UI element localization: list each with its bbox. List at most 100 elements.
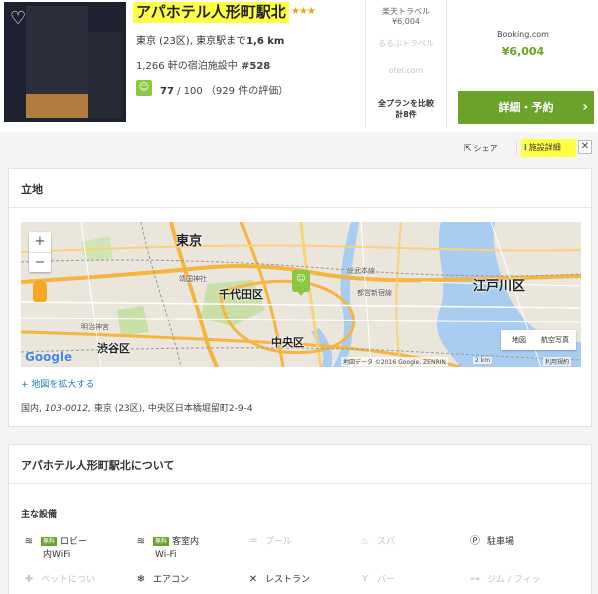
facility-restaurant: ✕ レストラン (245, 573, 310, 587)
star-rating: ★★★ (291, 6, 316, 17)
gym-icon: ⊶ (470, 574, 480, 585)
best-deal-provider[interactable]: Booking.com (448, 30, 598, 39)
view-deal-label: 詳細・予約 (498, 101, 554, 114)
map-type-control: 地図 航空写真 (501, 330, 576, 350)
pet-icon: ✚ (24, 574, 34, 585)
wifi-icon: ≋ (136, 536, 146, 547)
facility-lobby-wifi: ≋ 無料 ロビー 内WiFi (21, 535, 87, 562)
about-panel: アパホテル人形町駅北について 主な設備 ≋ 無料 ロビー 内WiFi ≋ 無料 客室内 … (8, 444, 592, 594)
deal-provider-rurubu[interactable]: るるぶトラベル (366, 38, 446, 49)
map-label-edogawa: 江戸川区 (473, 279, 526, 294)
best-deal-price[interactable]: ¥6,004 (448, 45, 598, 58)
restaurant-icon: ✕ (248, 574, 258, 585)
address-postal: 103-0012, (44, 404, 91, 414)
location-title: 立地 (21, 183, 43, 196)
facility-pets: ✚ ペットについ (21, 573, 95, 587)
facility-parking: Ⓟ 駐車場 (467, 535, 514, 549)
facility-spa: ♨ スパ (357, 535, 396, 549)
location-map[interactable]: + − 東京 千代田区 中央区 渋谷区 江戸川区 総武本線 都営新宿線 明治神宮… (21, 222, 581, 367)
deal-provider-hotelcom[interactable]: otel.com (366, 66, 446, 75)
hotel-page: ♡ アパホテル人形町駅北 ★★★ 東京 (23区), 東京駅まで1,6 km 1… (0, 0, 598, 594)
share-icon: ⇱ (464, 144, 472, 154)
facility-label: ロビー (60, 537, 88, 547)
hotel-name[interactable]: アパホテル人形町駅北 (133, 2, 289, 23)
facility-aircon: ❄ エアコン (133, 573, 189, 587)
facility-label: バー (377, 575, 396, 585)
map-attribution: 地図データ ©2016 Google, ZENRIN (341, 357, 448, 366)
action-bar: ⇱ シェア i 施設詳細 ✕ (0, 137, 598, 161)
facility-label: プール (265, 537, 293, 547)
map-type-satellite[interactable]: 航空写真 (537, 330, 573, 350)
close-button[interactable]: ✕ (578, 140, 592, 154)
google-logo: Google (25, 350, 73, 364)
about-title: アパホテル人形町駅北について (21, 459, 175, 472)
facility-label: 客室内 (172, 537, 200, 547)
map-label-shinjuku-line: 都営新宿線 (357, 289, 392, 297)
smiley-rating-icon: ☺ (136, 80, 152, 96)
facility-label-line2: 内WiFi (43, 550, 71, 560)
share-button[interactable]: ⇱ シェア (464, 143, 498, 154)
location-panel: 立地 + − 東京 千代田区 中央区 渋谷区 江戸川区 総武本線 都営新宿線 明… (8, 168, 592, 427)
photo-lobby-light (26, 94, 88, 118)
free-tag: 無料 (153, 537, 170, 546)
facility-label: ペットについ (41, 575, 96, 585)
facility-label: レストラン (265, 575, 311, 585)
zoom-in-button[interactable]: + (29, 232, 51, 252)
facility-gym: ⊶ ジム / フィッ (467, 573, 541, 587)
map-label-yasukuni: 靖国神社 (179, 275, 207, 283)
hotel-photo[interactable]: ♡ (4, 2, 126, 122)
map-scale: 2 km (473, 357, 493, 364)
deal-column: 楽天トラベル ¥6,004 るるぶトラベル otel.com 全プランを比較 計8… (365, 0, 447, 128)
hotel-rank-number: #528 (241, 61, 271, 72)
hotel-details-label: 施設詳細 (528, 143, 561, 152)
snowflake-icon: ❄ (136, 574, 146, 585)
zoom-out-button[interactable]: − (29, 252, 51, 272)
hotel-location-text: 東京 (23区), 東京駅まで (136, 36, 247, 47)
compare-all-plans[interactable]: 全プランを比較 計8件 (366, 98, 446, 120)
deal-provider-rakuten[interactable]: 楽天トラベル (366, 6, 446, 17)
facility-label: ジム / フィッ (487, 575, 541, 585)
share-label: シェア (473, 144, 498, 153)
wifi-icon: ≋ (24, 536, 34, 547)
photo-building-side (88, 32, 122, 118)
review-score[interactable]: 77 / 100 （929 件の評価） (160, 82, 288, 97)
map-type-map[interactable]: 地図 (501, 330, 537, 350)
info-icon: i (524, 143, 527, 152)
map-label-shibuya: 渋谷区 (97, 342, 130, 355)
map-label-chuo: 中央区 (271, 336, 304, 349)
facility-label: スパ (377, 537, 396, 547)
map-label-chiyoda: 千代田区 (219, 288, 263, 301)
score-suffix: / 100 （929 件の評価） (177, 86, 289, 97)
free-tag: 無料 (41, 537, 58, 546)
address-country: 国内, (21, 404, 42, 414)
pool-icon: ♒ (248, 536, 258, 547)
hotel-address: 国内, 103-0012, 東京 (23区), 中央区日本橋堀留町2-9-4 (21, 401, 253, 414)
facility-room-wifi: ≋ 無料 客室内 Wi-Fi (133, 535, 199, 562)
divider (9, 483, 591, 484)
enlarge-map-link[interactable]: + 地図を拡大する (21, 377, 94, 390)
view-deal-button[interactable]: 詳細・予約 › (458, 91, 594, 124)
parking-icon: Ⓟ (470, 536, 480, 547)
hotel-rank-text: 1,266 軒の宿泊施設中 (136, 61, 238, 72)
hotel-map-marker[interactable]: ☺ (292, 270, 310, 296)
compare-line-1: 全プランを比較 (378, 99, 434, 108)
hotel-details-tab[interactable]: i 施設詳細 (521, 139, 576, 157)
heart-icon[interactable]: ♡ (10, 8, 26, 29)
facility-pool: ♒ プール (245, 535, 293, 549)
street-view-pegman-icon[interactable] (33, 280, 47, 302)
bar-icon: Y (361, 574, 369, 585)
hotel-rank: 1,266 軒の宿泊施設中 #528 (136, 57, 270, 72)
facility-label: エアコン (153, 575, 190, 585)
chevron-right-icon: › (582, 99, 588, 115)
spa-icon: ♨ (360, 536, 370, 547)
facility-label: 駐車場 (487, 537, 515, 547)
deal-price-rakuten[interactable]: ¥6,004 (366, 17, 446, 26)
map-label-meiji-shrine: 明治神宮 (81, 323, 109, 331)
map-terms-link[interactable]: 利用規約 (543, 357, 572, 366)
score-value: 77 (160, 86, 174, 97)
zoom-control: + − (29, 232, 51, 272)
divider (9, 207, 591, 208)
facility-label-line2: Wi-Fi (155, 550, 177, 560)
map-label-tokyo: 東京 (176, 234, 203, 249)
compare-line-2: 計8件 (395, 110, 417, 119)
